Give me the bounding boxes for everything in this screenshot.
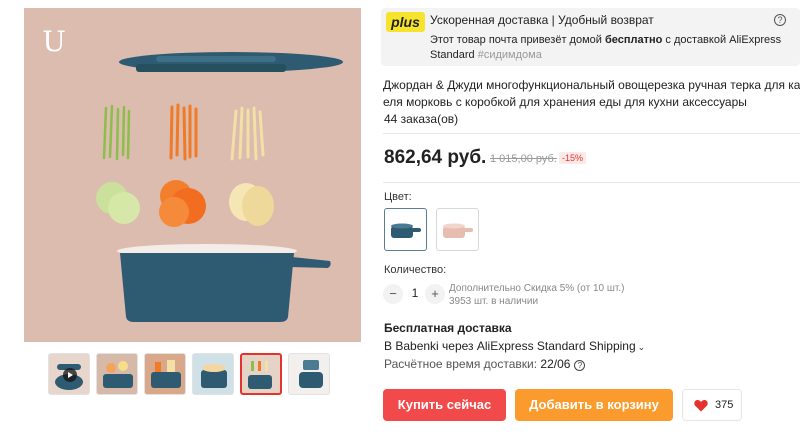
product-title-line-2: еля морковь с коробкой для хранения еды … xyxy=(383,95,747,109)
bulk-discount-note: Дополнительно Скидка 5% (от 10 шт.) xyxy=(449,283,625,294)
wishlist-button[interactable]: 375 xyxy=(682,389,742,421)
plus-hashtag[interactable]: #сидимдома xyxy=(478,49,542,61)
heart-icon xyxy=(694,400,708,412)
quantity-stepper: − 1 + xyxy=(383,283,445,305)
shipping-method-text: В Babenki через AliExpress Standard Ship… xyxy=(384,339,636,353)
thumbnail-6-image xyxy=(299,360,323,388)
slicer-lid-illustration xyxy=(119,52,343,72)
plus-description-line: Этот товар почта привезёт домой бесплатн… xyxy=(430,34,781,46)
quantity-value[interactable]: 1 xyxy=(410,286,420,300)
storage-container-illustration xyxy=(117,244,331,322)
vegetable-strips-illustration xyxy=(102,103,265,161)
shipping-method-selector[interactable]: В Babenki через AliExpress Standard Ship… xyxy=(384,339,645,353)
thumbnail-strip xyxy=(48,353,338,395)
shipping-title: Бесплатная доставка xyxy=(384,321,512,335)
chevron-down-icon: ⌄ xyxy=(637,342,646,352)
wishlist-count: 375 xyxy=(715,399,734,411)
product-title-line-1: Джордан & Джуди многофункциональный овощ… xyxy=(383,78,800,92)
thumbnail-image-4[interactable] xyxy=(192,353,234,395)
quantity-minus-button[interactable]: − xyxy=(383,284,403,304)
plus-delivery-banner: plus Ускоренная доставка | Удобный возвр… xyxy=(381,8,800,66)
thumbnail-5-image xyxy=(248,361,272,389)
plus-line3-text: Standard xyxy=(430,49,478,61)
main-product-image[interactable]: U xyxy=(24,8,361,342)
buy-now-button[interactable]: Купить сейчас xyxy=(383,389,506,421)
delivery-time-label: Расчётное время доставки: xyxy=(384,357,541,371)
add-to-cart-button[interactable]: Добавить в корзину xyxy=(515,389,673,421)
brand-logo: U xyxy=(42,25,66,58)
stock-note: 3953 шт. в наличии xyxy=(449,296,539,307)
plus-line-prefix: Этот товар почта привезёт домой xyxy=(430,34,605,46)
thumbnail-image-3[interactable] xyxy=(144,353,186,395)
color-option-blue-image xyxy=(391,223,421,238)
plus-line-bold: бесплатно xyxy=(604,34,663,46)
question-circle-icon[interactable]: ? xyxy=(774,14,786,26)
plus-badge: plus xyxy=(386,12,425,32)
quantity-plus-button[interactable]: + xyxy=(425,284,445,304)
product-title: Джордан & Джуди многофункциональный овощ… xyxy=(383,77,800,111)
thumbnail-image-2[interactable] xyxy=(96,353,138,395)
quantity-note: Дополнительно Скидка 5% (от 10 шт.) 3953… xyxy=(449,282,624,308)
orders-count: 44 заказа(ов) xyxy=(384,112,459,126)
color-label: Цвет: xyxy=(384,191,412,203)
play-icon xyxy=(63,368,77,382)
question-circle-icon[interactable]: ? xyxy=(574,360,586,371)
old-price: 1 015,00 руб. xyxy=(490,153,557,165)
thumbnail-2-image xyxy=(103,361,133,388)
color-option-blue[interactable] xyxy=(384,208,427,251)
thumbnail-image-6[interactable] xyxy=(288,353,330,395)
thumbnail-3-image xyxy=(151,360,181,388)
vegetable-slices-illustration xyxy=(96,180,274,227)
color-option-pink-image xyxy=(443,223,473,238)
divider xyxy=(383,133,800,134)
quantity-label: Количество: xyxy=(384,264,447,276)
divider xyxy=(383,182,800,183)
discount-badge: -15% xyxy=(559,152,587,164)
color-option-pink[interactable] xyxy=(436,208,479,251)
delivery-time: Расчётное время доставки: 22/06? xyxy=(384,357,586,371)
current-price: 862,64 руб. xyxy=(384,147,487,168)
thumbnail-4-image xyxy=(201,364,227,388)
plus-description-line-2: Standard #сидимдома xyxy=(430,49,542,61)
thumbnail-image-5[interactable] xyxy=(240,353,282,395)
plus-line-suffix: с доставкой AliExpress xyxy=(662,34,782,46)
price-row: 862,64 руб. 1 015,00 руб. -15% xyxy=(384,147,587,171)
delivery-time-value: 22/06 xyxy=(540,357,571,371)
plus-title: Ускоренная доставка | Удобный возврат xyxy=(430,13,654,27)
thumbnail-video[interactable] xyxy=(48,353,90,395)
